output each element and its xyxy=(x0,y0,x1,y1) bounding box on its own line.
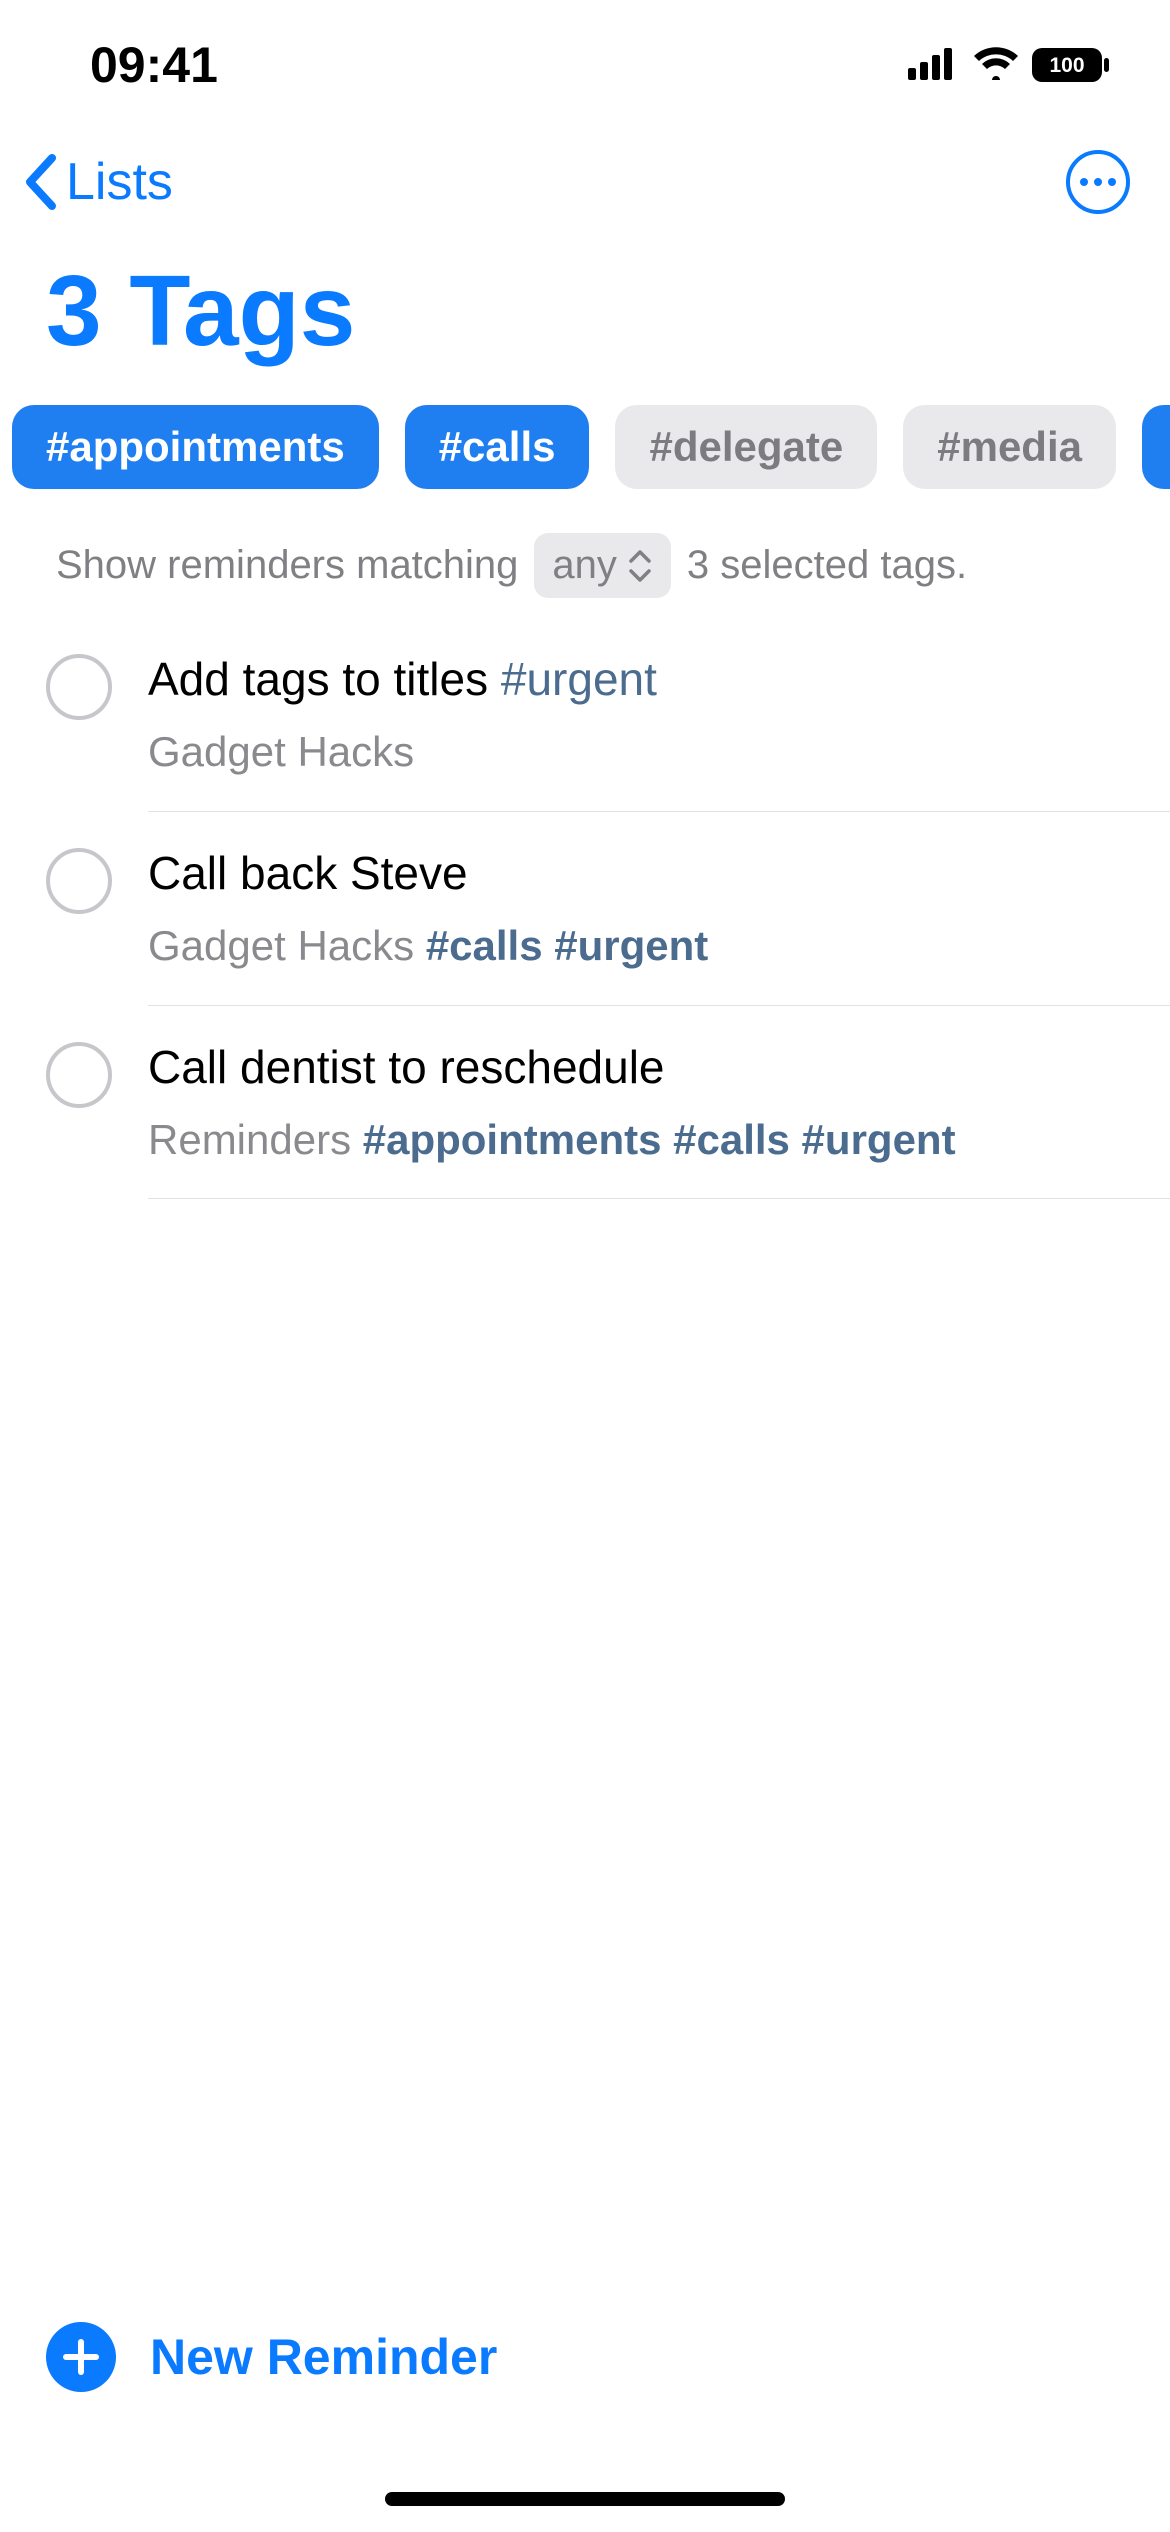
status-indicators: 100 xyxy=(908,46,1110,85)
more-dot-icon xyxy=(1108,178,1116,186)
plus-circle-icon xyxy=(46,2322,116,2392)
tag-pill-urgent[interactable]: #urgent xyxy=(1142,405,1170,489)
status-bar: 09:41 100 xyxy=(0,0,1170,130)
cellular-icon xyxy=(908,46,960,85)
reminder-list-name: Gadget Hacks xyxy=(148,922,426,969)
reminder-body[interactable]: Call dentist to reschedule Reminders #ap… xyxy=(148,1036,1170,1200)
reminder-item[interactable]: Call dentist to reschedule Reminders #ap… xyxy=(46,1006,1170,1200)
wifi-icon xyxy=(972,46,1020,85)
page-title: 3 Tags xyxy=(0,224,1170,399)
reminder-title-text: Call dentist to reschedule xyxy=(148,1041,665,1093)
tag-pill-media[interactable]: #media xyxy=(903,405,1116,489)
new-reminder-label: New Reminder xyxy=(150,2328,497,2386)
filter-mode-dropdown[interactable]: any xyxy=(534,533,671,598)
reminder-subtitle: Gadget Hacks #calls #urgent xyxy=(148,918,1140,975)
filter-description: Show reminders matching any 3 selected t… xyxy=(0,489,1170,618)
nav-bar: Lists xyxy=(0,130,1170,224)
battery-icon: 100 xyxy=(1032,47,1110,83)
reminder-title-text: Add tags to titles xyxy=(148,653,501,705)
reminder-item[interactable]: Call back Steve Gadget Hacks #calls #urg… xyxy=(46,812,1170,1006)
more-dot-icon xyxy=(1080,178,1088,186)
reminder-list-name: Reminders xyxy=(148,1116,363,1163)
reminder-sub-tags: #appointments #calls #urgent xyxy=(363,1116,956,1163)
battery-level: 100 xyxy=(1049,54,1084,77)
new-reminder-button[interactable]: New Reminder xyxy=(0,2322,1170,2392)
reminder-sub-tags: #calls #urgent xyxy=(426,922,708,969)
tag-pill-delegate[interactable]: #delegate xyxy=(615,405,877,489)
filter-prefix: Show reminders matching xyxy=(56,543,518,588)
home-indicator[interactable] xyxy=(385,2492,785,2506)
reminder-body[interactable]: Add tags to titles #urgent Gadget Hacks xyxy=(148,648,1170,812)
back-label: Lists xyxy=(66,152,173,212)
tag-pill-appointments[interactable]: #appointments xyxy=(12,405,379,489)
tag-filter-row[interactable]: #appointments #calls #delegate #media #u… xyxy=(0,399,1170,489)
reminder-complete-toggle[interactable] xyxy=(46,848,112,914)
back-button[interactable]: Lists xyxy=(20,152,173,212)
tag-pill-calls[interactable]: #calls xyxy=(405,405,590,489)
reminder-title: Call back Steve xyxy=(148,842,1140,904)
reminder-list-name: Gadget Hacks xyxy=(148,728,414,775)
status-time: 09:41 xyxy=(90,36,218,94)
reminder-list: Add tags to titles #urgent Gadget Hacks … xyxy=(0,618,1170,1199)
chevron-up-down-icon xyxy=(627,549,653,583)
reminder-complete-toggle[interactable] xyxy=(46,654,112,720)
reminder-complete-toggle[interactable] xyxy=(46,1042,112,1108)
reminder-subtitle: Reminders #appointments #calls #urgent xyxy=(148,1112,1140,1169)
reminder-title-text: Call back Steve xyxy=(148,847,468,899)
reminder-title: Add tags to titles #urgent xyxy=(148,648,1140,710)
reminder-subtitle: Gadget Hacks xyxy=(148,724,1140,781)
reminder-title-tag: #urgent xyxy=(501,653,657,705)
filter-mode-label: any xyxy=(552,543,617,588)
reminder-body[interactable]: Call back Steve Gadget Hacks #calls #urg… xyxy=(148,842,1170,1006)
reminder-item[interactable]: Add tags to titles #urgent Gadget Hacks xyxy=(46,618,1170,812)
reminder-title: Call dentist to reschedule xyxy=(148,1036,1140,1098)
more-dot-icon xyxy=(1094,178,1102,186)
more-options-button[interactable] xyxy=(1066,150,1130,214)
filter-suffix: 3 selected tags. xyxy=(687,543,967,588)
chevron-left-icon xyxy=(20,152,62,212)
